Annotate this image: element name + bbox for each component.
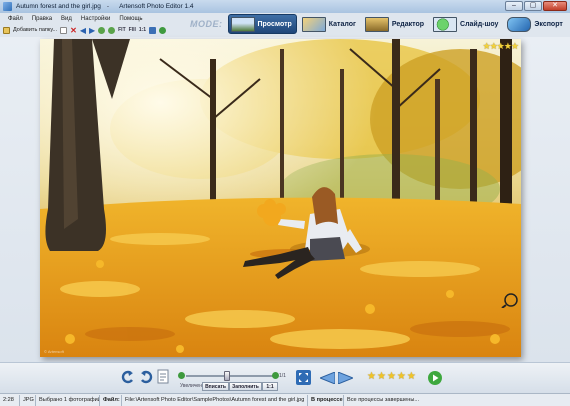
menu-view[interactable]: Вид: [61, 16, 72, 22]
minimize-button[interactable]: –: [505, 1, 523, 11]
zoom-in-icon[interactable]: [98, 26, 106, 34]
slideshow-icon: [433, 16, 458, 32]
status-file-path: File:\Artensoft Photo Editor\SamplePhoto…: [122, 394, 308, 406]
star-icon[interactable]: ★: [367, 372, 376, 382]
one-to-one-button[interactable]: 1:1: [139, 27, 146, 33]
status-selected: Выбрано 1 фотографий: [36, 394, 100, 406]
status-process-text: Все процессы завершены...: [347, 396, 420, 403]
pan-handle-icon[interactable]: [500, 292, 522, 308]
properties-icon[interactable]: [157, 369, 169, 384]
mode-tab-export[interactable]: Экспорт: [505, 14, 566, 34]
mode-tab-editor[interactable]: Редактор: [363, 14, 428, 34]
menu-file[interactable]: Файл: [8, 16, 23, 22]
fit-button[interactable]: FIT: [118, 27, 126, 33]
svg-text:© Artensoft: © Artensoft: [44, 349, 65, 354]
title-separator: -: [106, 3, 110, 10]
next-photo-icon[interactable]: [338, 372, 353, 384]
mode-tab-label: Редактор: [391, 20, 425, 28]
fit-button[interactable]: Вписать: [202, 382, 229, 391]
editor-icon: [364, 16, 389, 32]
mode-tab-label: Каталог: [328, 20, 356, 28]
zoom-out-button[interactable]: [178, 372, 185, 379]
star-icon[interactable]: ★: [397, 372, 406, 382]
maximize-button[interactable]: ▢: [524, 1, 542, 11]
app-icon: [3, 2, 12, 11]
zoom-slider-knob[interactable]: [224, 371, 230, 381]
status-bar: 2:28 JPG Выбрано 1 фотографий Файл: File…: [0, 393, 570, 406]
forward-icon[interactable]: ▶: [89, 26, 95, 34]
fullscreen-icon[interactable]: [296, 370, 311, 385]
main-photo[interactable]: © Artensoft ★★★★★: [40, 39, 521, 357]
mode-tab-view[interactable]: Просмотр: [227, 14, 297, 34]
back-icon[interactable]: ◀: [80, 26, 86, 34]
menu-bar: Файл Правка Вид Настройки Помощь: [0, 13, 195, 24]
menu-settings[interactable]: Настройки: [81, 16, 110, 22]
mode-tab-label: Экспорт: [534, 20, 563, 28]
menu-edit[interactable]: Правка: [32, 16, 52, 22]
rating-stars[interactable]: ★ ★ ★ ★ ★: [367, 372, 416, 382]
mode-tab-catalog[interactable]: Каталог: [300, 14, 360, 34]
star-icon[interactable]: ★: [387, 372, 396, 382]
zoom-max-label: 1/1: [279, 373, 286, 379]
mode-tab-slideshow[interactable]: Слайд-шоу: [431, 14, 502, 34]
slideshow-play-icon[interactable]: [428, 371, 442, 385]
star-icon[interactable]: ★: [377, 372, 386, 382]
zoom-out-icon[interactable]: [108, 26, 116, 34]
toolbar: Добавить папку... ✕ ◀ ▶ FIT FIll 1:1: [0, 24, 195, 36]
folder-icon[interactable]: [3, 26, 10, 34]
autumn-photo-image: © Artensoft: [40, 39, 521, 357]
one-to-one-button[interactable]: 1:1: [262, 382, 278, 391]
zoom-slider-track[interactable]: [186, 375, 274, 377]
mode-bar: MODE: Просмотр Каталог Редактор Слайд-шо…: [190, 12, 570, 36]
star-icon[interactable]: ★: [407, 372, 416, 382]
menu-help[interactable]: Помощь: [119, 16, 142, 22]
add-folder-button[interactable]: Добавить папку...: [13, 27, 57, 33]
mode-tab-label: Просмотр: [257, 20, 292, 28]
status-file-label: Файл:: [100, 394, 122, 406]
document-icon[interactable]: [60, 26, 68, 34]
catalog-icon: [301, 16, 326, 32]
status-format: JPG: [20, 394, 36, 406]
window-title: Autumn forest and the girl.jpg: [16, 3, 101, 10]
rotate-left-icon[interactable]: [121, 370, 135, 384]
window-controls: – ▢ ✕: [505, 1, 567, 11]
status-resolution: 2:28: [0, 394, 20, 406]
fill-button[interactable]: Заполнить: [229, 382, 262, 391]
photo-rating-stars: ★★★★★: [482, 41, 519, 51]
delete-icon[interactable]: ✕: [70, 26, 77, 34]
rotate-right-icon[interactable]: [139, 370, 153, 384]
export-icon: [507, 16, 532, 32]
close-button[interactable]: ✕: [543, 1, 567, 11]
previous-photo-icon[interactable]: [320, 372, 335, 384]
play-icon[interactable]: [159, 26, 167, 34]
fullscreen-icon[interactable]: [149, 26, 157, 34]
mode-tab-label: Слайд-шоу: [460, 20, 499, 28]
status-process-label: В процессе:: [308, 394, 344, 406]
fill-button[interactable]: FIll: [129, 27, 136, 33]
mode-label: MODE:: [190, 19, 223, 29]
landscape-icon: [230, 16, 255, 32]
app-name: Artensoft Photo Editor 1.4: [119, 3, 194, 10]
zoom-in-button[interactable]: [272, 372, 279, 379]
